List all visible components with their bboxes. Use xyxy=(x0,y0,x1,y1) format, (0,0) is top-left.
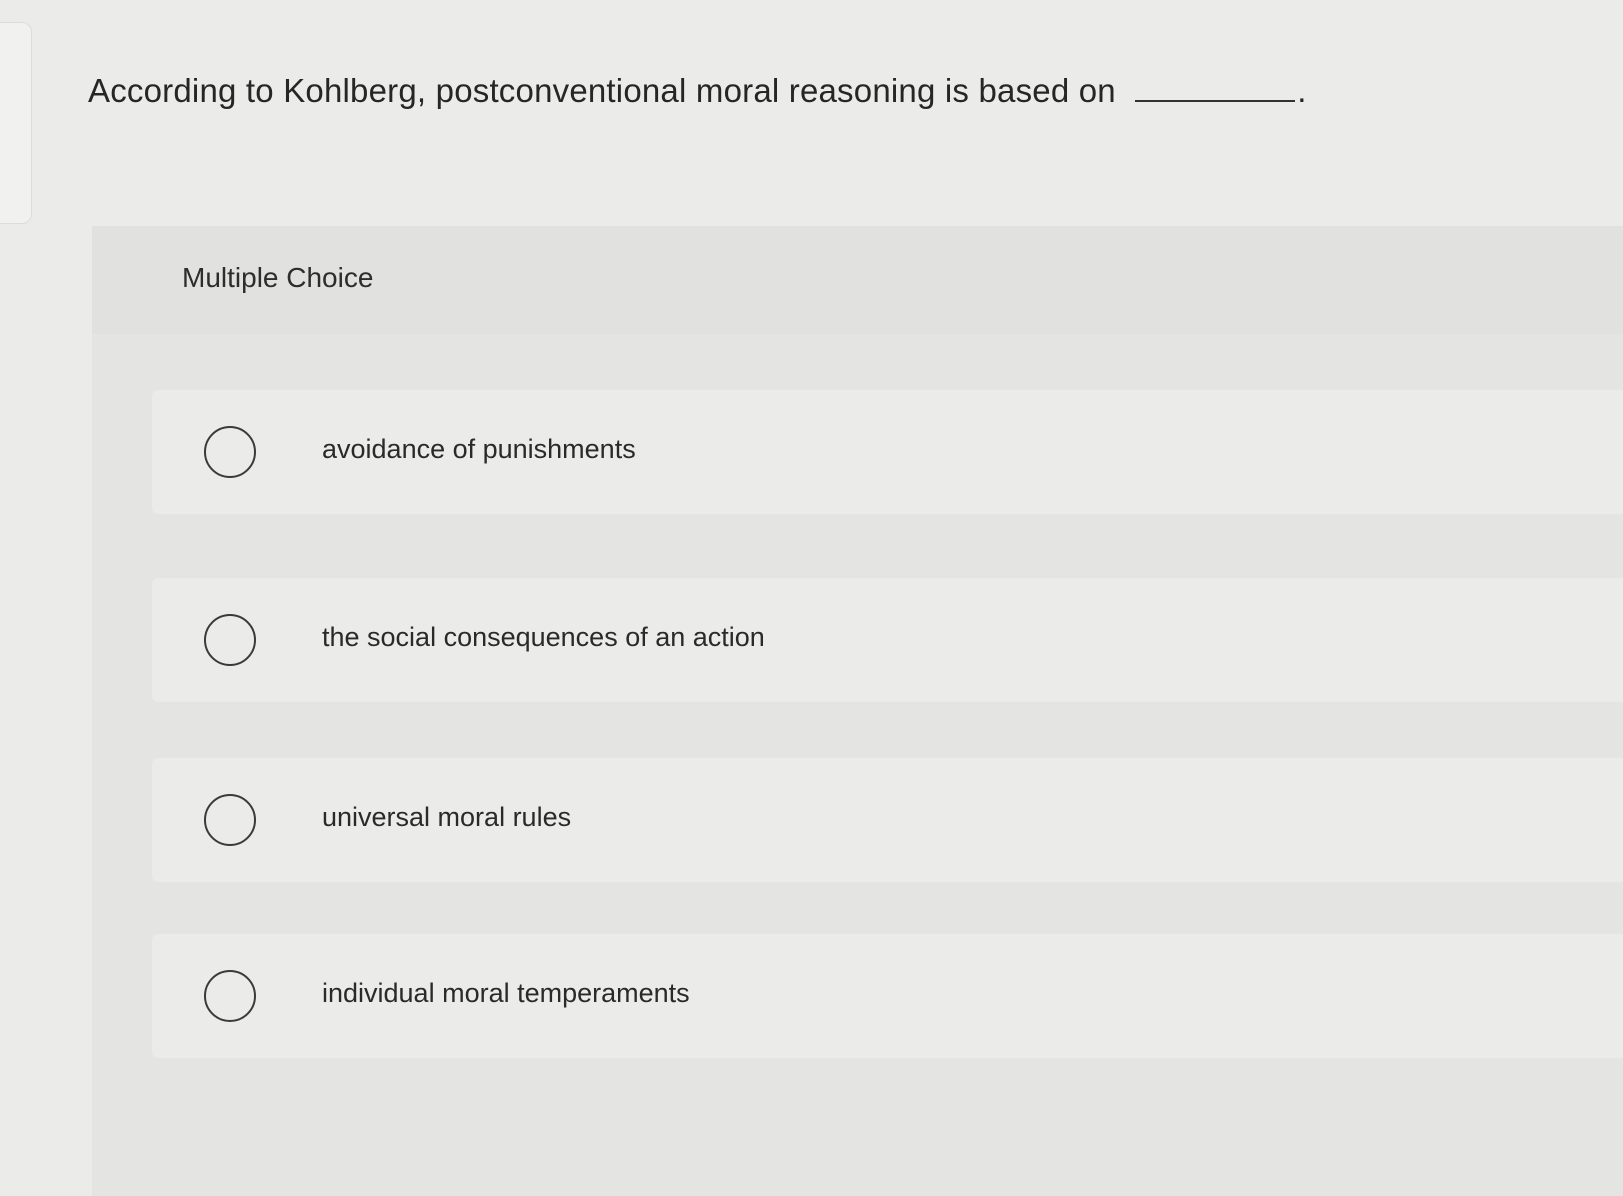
section-label: Multiple Choice xyxy=(182,262,374,293)
radio-button[interactable] xyxy=(204,614,256,666)
choice-label: avoidance of punishments xyxy=(322,434,636,464)
multiple-choice-panel: Multiple Choice avoidance of punishments… xyxy=(92,226,1623,1196)
choice-option-2[interactable]: the social consequences of an action xyxy=(152,578,1623,702)
answer-blank xyxy=(1135,100,1296,102)
question-text: According to Kohlberg, postconventional … xyxy=(88,72,1116,109)
choice-label: the social consequences of an action xyxy=(322,622,765,652)
multiple-choice-header: Multiple Choice xyxy=(92,226,1623,334)
radio-button[interactable] xyxy=(204,970,256,1022)
left-panel-edge xyxy=(0,22,32,224)
question-prompt: According to Kohlberg, postconventional … xyxy=(88,72,1307,110)
radio-button[interactable] xyxy=(204,426,256,478)
radio-button[interactable] xyxy=(204,794,256,846)
choice-label: individual moral temperaments xyxy=(322,978,690,1008)
choice-option-4[interactable]: individual moral temperaments xyxy=(152,934,1623,1058)
choice-label: universal moral rules xyxy=(322,802,572,832)
choice-option-3[interactable]: universal moral rules xyxy=(152,758,1623,882)
choice-option-1[interactable]: avoidance of punishments xyxy=(152,390,1623,514)
question-trailing: . xyxy=(1297,72,1307,109)
